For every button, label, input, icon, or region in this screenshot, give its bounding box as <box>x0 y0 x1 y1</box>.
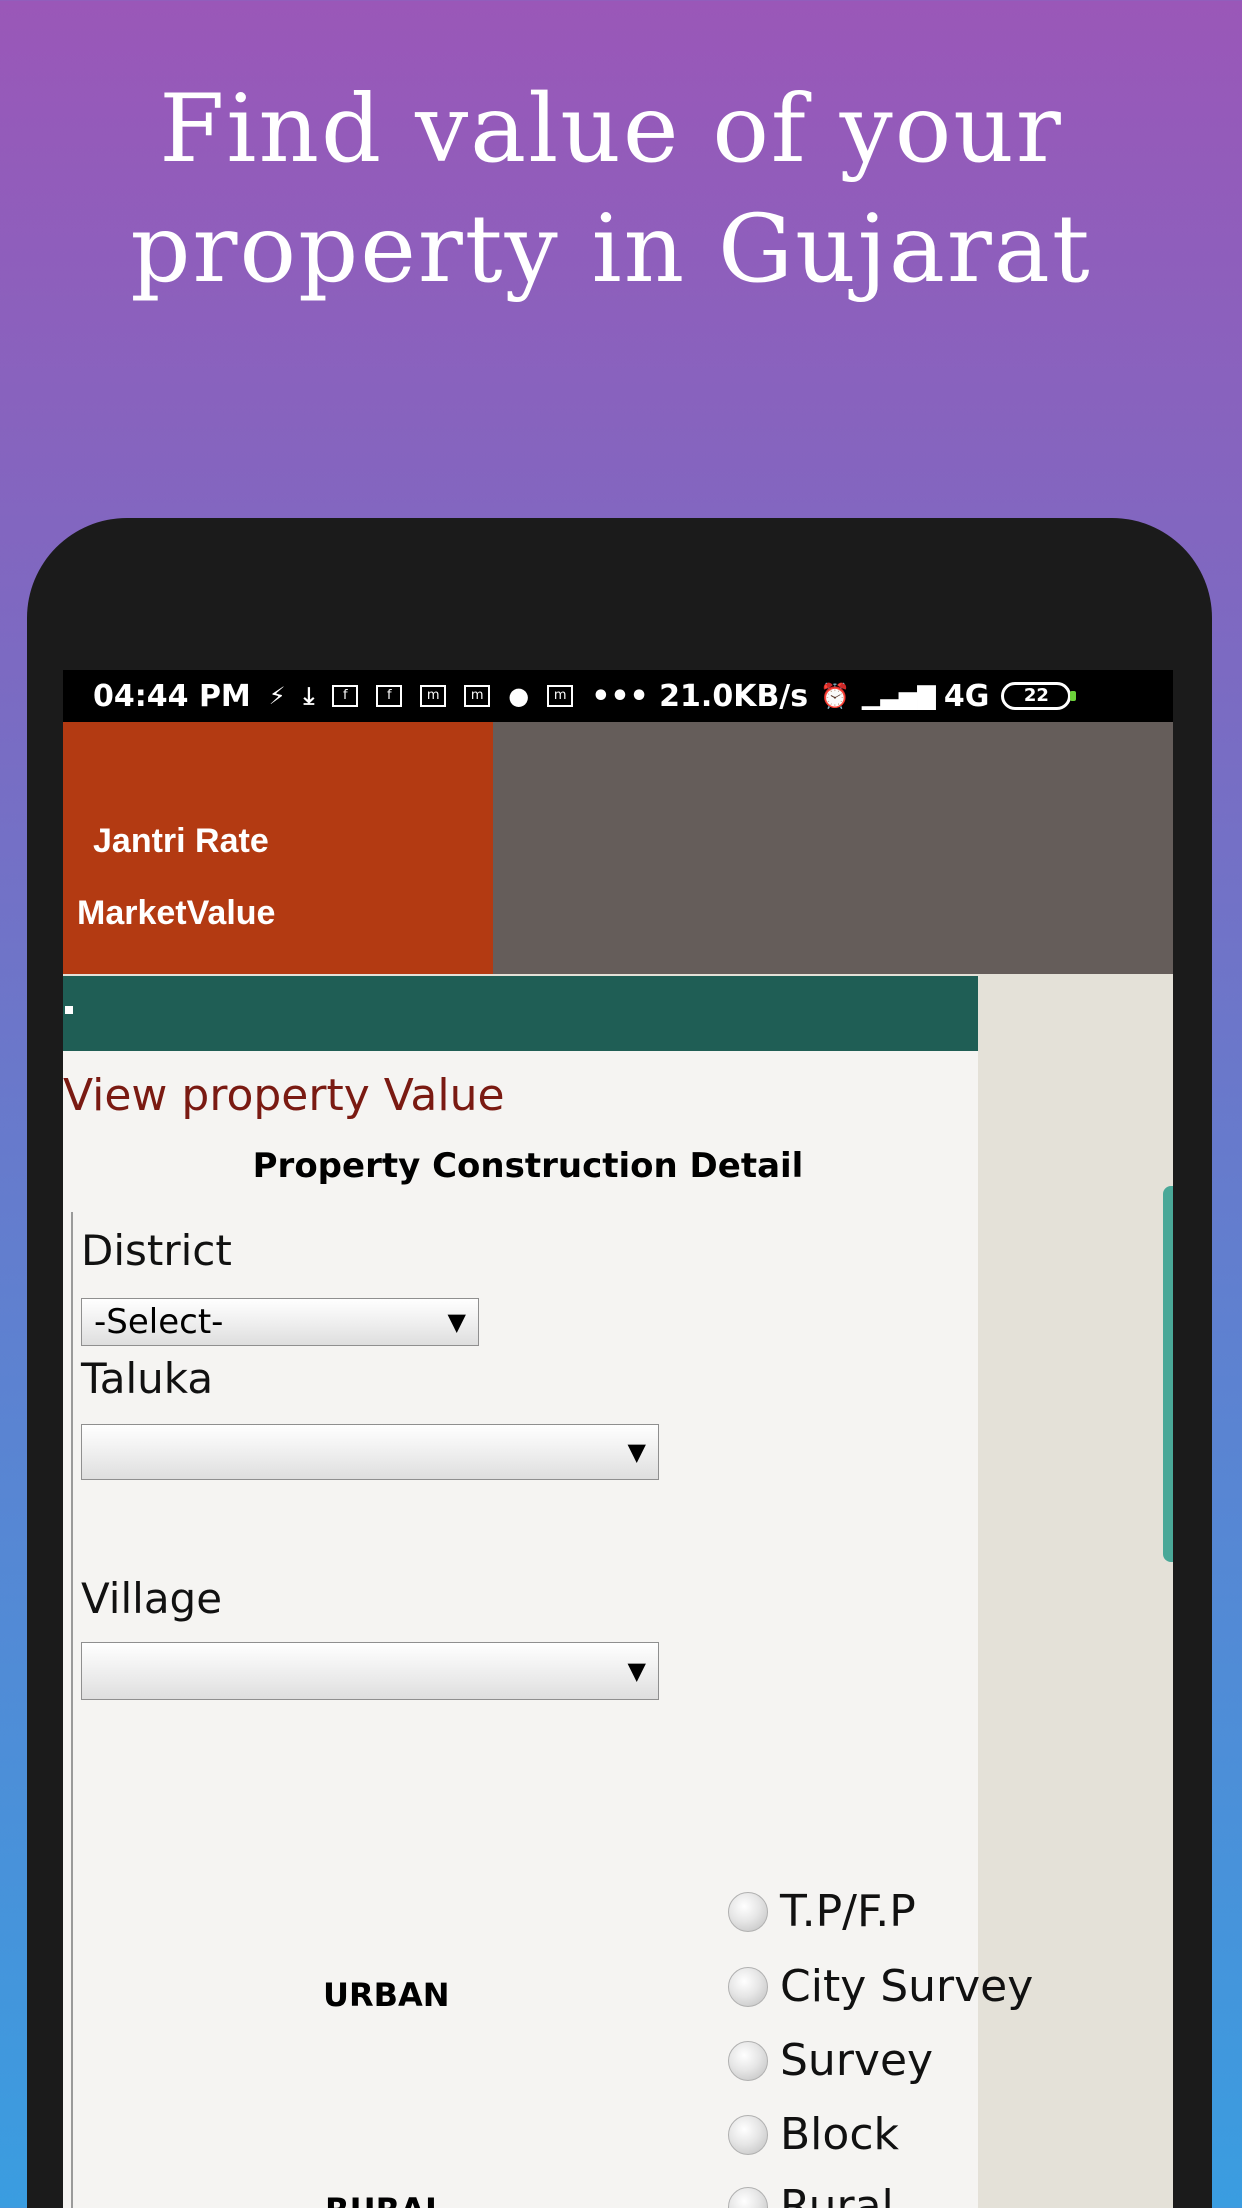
radio-button[interactable] <box>728 1891 768 1932</box>
radio-label: Block <box>780 2109 900 2160</box>
dropdown-arrow-icon: ▼ <box>447 1308 466 1336</box>
district-select-value: -Select- <box>94 1302 224 1342</box>
promo-headline-line2: property in Gujarat <box>130 195 1092 304</box>
radio-button[interactable] <box>728 2040 768 2081</box>
facebook-circle-icon: ● <box>508 682 530 710</box>
promo-headline: Find value of your property in Gujarat <box>0 70 1222 310</box>
phone-screen: 04:44 PM ⚡ ⤓ f f m m ● m ••• 21.0KB/s ⏰ … <box>63 670 1173 2208</box>
battery-icon: 22 <box>1001 682 1077 710</box>
app-header: Jantri Rate MarketValue <box>63 722 493 974</box>
shield-icon: ⚡ <box>268 682 286 710</box>
radio-survey[interactable]: Survey <box>728 2035 933 2086</box>
messenger-icon: m <box>420 685 447 707</box>
signal-icon: ▁▃▅▇ <box>862 682 936 710</box>
status-bar: 04:44 PM ⚡ ⤓ f f m m ● m ••• 21.0KB/s ⏰ … <box>63 670 1173 722</box>
radio-label: City Survey <box>780 1961 1034 2012</box>
radio-tp-fp[interactable]: T.P/F.P <box>728 1886 916 1937</box>
radio-button[interactable] <box>728 1966 768 2007</box>
facebook-icon: f <box>332 685 359 707</box>
app-title-line1: Jantri Rate <box>93 822 269 860</box>
district-select[interactable]: -Select- ▼ <box>81 1298 479 1346</box>
radio-block[interactable]: Block <box>728 2109 899 2160</box>
radio-button[interactable] <box>728 2114 768 2155</box>
page-title: View property Value <box>63 1070 505 1121</box>
status-time: 04:44 PM <box>93 678 251 714</box>
radio-label: Rural <box>780 2181 894 2208</box>
radio-city-survey[interactable]: City Survey <box>728 1961 1033 2012</box>
district-label: District <box>81 1226 232 1275</box>
section-title: Property Construction Detail <box>252 1146 804 1186</box>
taluka-label: Taluka <box>81 1354 214 1403</box>
village-label: Village <box>81 1574 223 1623</box>
dropdown-arrow-icon: ▼ <box>627 1657 646 1685</box>
village-select[interactable]: ▼ <box>81 1642 659 1700</box>
drawer-edge-handle[interactable] <box>1163 1186 1173 1562</box>
network-type: 4G <box>943 678 990 714</box>
radio-button[interactable] <box>728 2186 768 2208</box>
messenger-icon-2: m <box>464 685 491 707</box>
messenger-icon-3: m <box>547 685 574 707</box>
content-panel: View property Value Property Constructio… <box>63 976 1033 2208</box>
radio-label: T.P/F.P <box>780 1886 916 1937</box>
rural-label: RURAL <box>325 2191 445 2208</box>
download-icon: ⤓ <box>303 682 315 710</box>
network-speed: ••• 21.0KB/s <box>591 678 809 714</box>
promo-headline-line1: Find value of your <box>159 75 1063 184</box>
form-divider <box>71 1212 73 2208</box>
alarm-icon: ⏰ <box>820 682 851 710</box>
dropdown-arrow-icon: ▼ <box>627 1438 646 1466</box>
urban-label: URBAN <box>323 1976 450 2014</box>
radio-rural[interactable]: Rural <box>728 2181 894 2208</box>
radio-label: Survey <box>780 2035 934 2086</box>
menu-icon[interactable] <box>65 1006 73 1014</box>
app-title-line2: MarketValue <box>77 894 276 932</box>
toolbar <box>63 976 978 1051</box>
header-backdrop <box>493 722 1173 974</box>
facebook-icon-2: f <box>376 685 403 707</box>
taluka-select[interactable]: ▼ <box>81 1424 659 1480</box>
